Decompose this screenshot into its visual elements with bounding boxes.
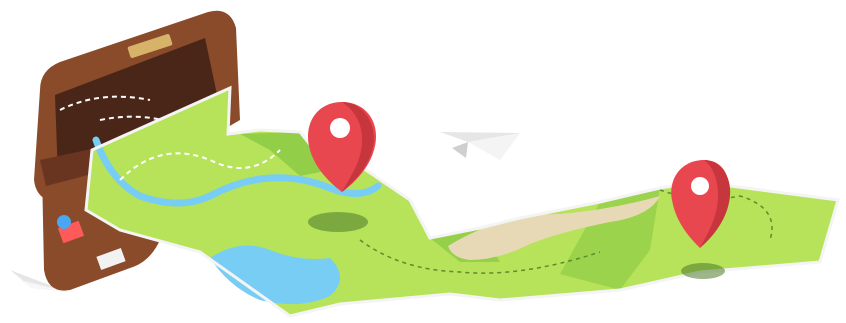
paper-plane-icon xyxy=(440,132,520,160)
illustration-canvas xyxy=(10,10,840,318)
travel-illustration xyxy=(0,0,846,323)
